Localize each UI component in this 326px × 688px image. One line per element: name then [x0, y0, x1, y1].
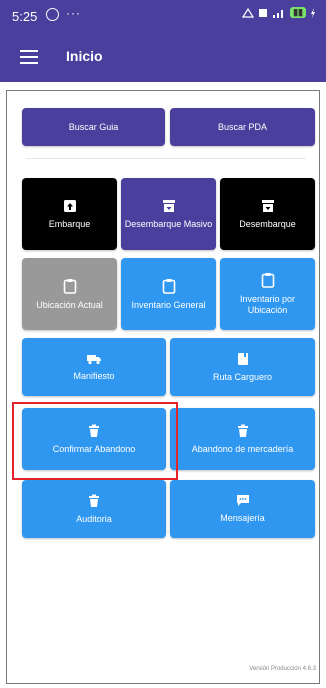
manifiesto-label: Manifiesto [73, 370, 115, 381]
app-bar: Inicio [0, 32, 326, 82]
box-up-icon [63, 199, 76, 212]
status-bar: 5:25 ··· ▮▮ [0, 0, 326, 32]
divider [26, 158, 306, 159]
battery-icon: ▮▮ [290, 7, 306, 18]
trash-icon [237, 424, 248, 437]
auditoria-label: Auditoria [76, 513, 112, 524]
charging-icon [311, 7, 315, 18]
archive-down-icon [162, 199, 175, 212]
inventario-por-ubicacion-label: Inventario por Ubicación [239, 294, 296, 315]
ruta-carguero-button[interactable]: Ruta Carguero [170, 338, 315, 396]
buscar-guia-button[interactable]: Buscar Guia [22, 108, 165, 146]
version-text: Versión Producción 4.6.3 [249, 666, 316, 672]
desembarque-masivo-label: Desembarque Masivo [124, 218, 213, 229]
alarm-icon [242, 7, 255, 18]
ruta-carguero-label: Ruta Carguero [212, 371, 273, 382]
status-time: 5:25 [12, 9, 38, 24]
notification-dots: ··· [66, 6, 81, 20]
manifiesto-button[interactable]: Manifiesto [22, 338, 166, 396]
truck-icon [87, 354, 101, 364]
highlight-box [12, 402, 178, 480]
desembarque-label: Desembarque [239, 218, 296, 229]
book-icon [237, 352, 248, 365]
abandono-mercaderia-button[interactable]: Abandono de mercadería [170, 408, 315, 470]
embarque-button[interactable]: Embarque [22, 178, 117, 250]
auditoria-button[interactable]: Auditoria [22, 480, 166, 538]
buscar-pda-label: Buscar PDA [217, 121, 268, 132]
page-title: Inicio [66, 48, 103, 64]
abandono-mercaderia-label: Abandono de mercadería [191, 443, 294, 454]
system-icons: ▮▮ [242, 7, 316, 18]
chat-icon [236, 495, 249, 507]
buscar-guia-label: Buscar Guia [68, 121, 119, 132]
whatsapp-icon [46, 8, 59, 21]
inventario-general-label: Inventario General [131, 299, 206, 310]
ubicacion-actual-button[interactable]: Ubicación Actual [22, 258, 117, 330]
trash-icon [89, 494, 99, 507]
mensajeria-label: Mensajería [220, 513, 265, 524]
inventario-por-ubicacion-button[interactable]: Inventario por Ubicación [220, 258, 315, 330]
signal-icon [273, 9, 284, 18]
sim-icon [259, 8, 268, 17]
buscar-pda-button[interactable]: Buscar PDA [170, 108, 315, 146]
mensajeria-button[interactable]: Mensajería [170, 480, 315, 538]
desembarque-masivo-button[interactable]: Desembarque Masivo [121, 178, 216, 250]
archive-down-icon [261, 199, 274, 212]
menu-icon[interactable] [20, 50, 38, 64]
desembarque-button[interactable]: Desembarque [220, 178, 315, 250]
ubicacion-actual-label: Ubicación Actual [36, 299, 103, 310]
clipboard-icon [261, 273, 274, 289]
embarque-label: Embarque [48, 218, 91, 229]
clipboard-icon [63, 278, 76, 294]
clipboard-icon [162, 278, 175, 294]
inventario-general-button[interactable]: Inventario General [121, 258, 216, 330]
